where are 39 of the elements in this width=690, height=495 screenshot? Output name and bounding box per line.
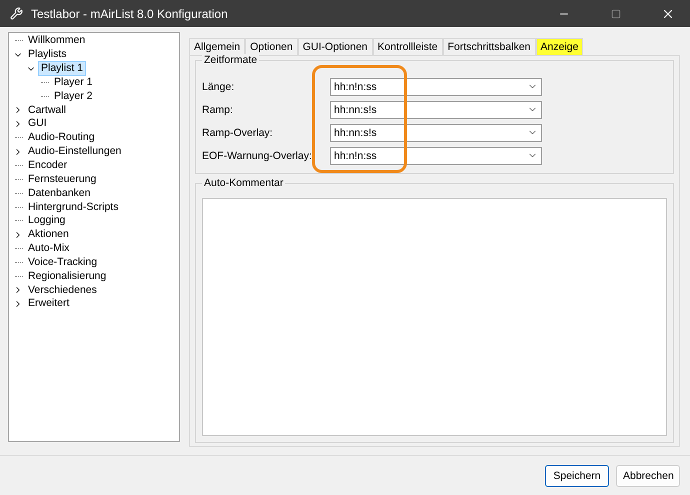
tree-item[interactable]: Logging (25, 213, 68, 228)
tab[interactable]: Allgemein (189, 38, 246, 55)
tree-item[interactable]: Audio-Routing (25, 130, 98, 146)
dialog-button[interactable]: Abbrechen (616, 464, 680, 486)
format-dropdown[interactable]: hh:nn:s!s (330, 100, 542, 118)
group-title: Zeitformate (202, 54, 260, 66)
tree-item[interactable]: Auto-Mix (25, 241, 72, 256)
dialog-button[interactable]: Speichern (545, 464, 609, 486)
tab[interactable]: Anzeige (536, 38, 584, 55)
field-label: EOF-Warnung-Overlay: (202, 150, 313, 162)
tree-item[interactable]: Player 2 (51, 88, 96, 104)
tree-item[interactable]: GUI (25, 116, 50, 132)
tab[interactable]: GUI-Optionen (298, 38, 373, 55)
field-label: Ramp-Overlay: (202, 126, 274, 138)
field-label: Ramp: (202, 104, 234, 116)
tree-item[interactable]: Verschiedenes (25, 282, 100, 298)
tree-item[interactable]: Willkommen (25, 33, 88, 48)
tree-item[interactable]: Erweitert (25, 296, 72, 312)
format-dropdown[interactable]: hh:nn:s!s (330, 124, 542, 142)
format-dropdown[interactable]: hh:n!n:ss (330, 78, 542, 96)
tree-item[interactable]: Aktionen (25, 227, 72, 242)
tree-item[interactable]: Playlist 1 (38, 61, 86, 76)
tab[interactable]: Fortschrittsbalken (442, 38, 536, 55)
tree-item[interactable]: Cartwall (25, 102, 69, 118)
format-dropdown[interactable]: hh:n!n:ss (330, 146, 542, 164)
group-title: Auto-Kommentar (202, 177, 286, 189)
tree-item[interactable]: Audio-Einstellungen (25, 144, 124, 160)
tree-item[interactable]: Hintergrund-Scripts (25, 200, 122, 215)
tree-item[interactable]: Regionalisierung (25, 268, 110, 284)
tree-item[interactable]: Datenbanken (25, 186, 94, 201)
tree-item[interactable]: Player 1 (51, 74, 96, 90)
tab[interactable]: Optionen (245, 38, 298, 55)
field-label: Länge: (202, 80, 236, 92)
window-title: Testlabor - mAirList 8.0 Konfiguration (31, 6, 229, 20)
tab[interactable]: Kontrollleiste (372, 38, 443, 55)
tree-item[interactable]: Fernsteuerung (25, 172, 100, 187)
tree-item[interactable]: Encoder (25, 158, 70, 174)
tree-item[interactable]: Playlists (25, 47, 70, 62)
tree-item[interactable]: Voice-Tracking (25, 254, 100, 270)
